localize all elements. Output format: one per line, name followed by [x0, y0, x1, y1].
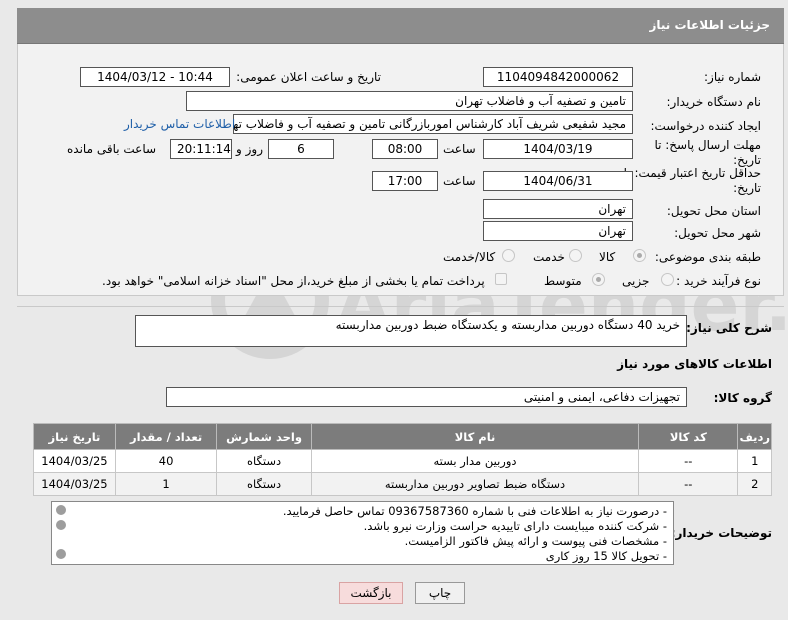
reply-deadline-label: مهلت ارسال پاسخ: تا تاریخ: [654, 138, 761, 167]
divider [17, 306, 784, 307]
scroll-thumb[interactable] [56, 520, 66, 530]
reply-time-label: ساعت [443, 142, 476, 156]
table-row: 2 -- دستگاه ضبط تصاویر دوربین مداربسته د… [33, 472, 772, 496]
announce-label: تاریخ و ساعت اعلان عمومی: [236, 70, 381, 84]
buyer-org-field: تامین و تصفیه آب و فاضلاب تهران [186, 91, 633, 111]
description-label: شرح کلی نیاز: [686, 321, 772, 335]
col-name: نام کالا [310, 423, 640, 450]
days-label: روز و [236, 142, 263, 156]
treasury-checkbox[interactable] [495, 273, 507, 285]
remaining-field: 20:11:14 [170, 139, 232, 159]
col-unit: واحد شمارش [216, 423, 312, 450]
cell-row: 2 [737, 472, 772, 496]
price-deadline-label: حداقل تاریخ اعتبار قیمت: تا تاریخ: [623, 166, 761, 195]
price-time-label: ساعت [443, 174, 476, 188]
category-radio-goods[interactable] [633, 249, 646, 262]
category-radio-goods-service[interactable] [502, 249, 515, 262]
description-field: خرید 40 دستگاه دوربین مداربسته و یکدستگا… [135, 315, 687, 347]
need-number-field: 1104094842000062 [483, 67, 633, 87]
notes-line: - درصورت نیاز به اطلاعات فنی با شماره 09… [282, 504, 667, 518]
notes-line: - تحویل کالا 15 روز کاری [545, 549, 667, 563]
cell-unit: دستگاه [216, 472, 312, 496]
cell-date: 1404/03/25 [33, 449, 116, 473]
scroll-up-icon[interactable] [56, 505, 66, 515]
cell-row: 1 [737, 449, 772, 473]
reply-time-field: 08:00 [372, 139, 438, 159]
buyer-org-label: نام دستگاه خریدار: [666, 95, 762, 109]
province-label: استان محل تحویل: [666, 204, 761, 218]
province-field: تهران [483, 199, 633, 219]
table-row: 1 -- دوربین مدار بسته دستگاه 40 1404/03/… [33, 449, 772, 473]
creator-label: ایجاد کننده درخواست: [650, 119, 761, 133]
cell-date: 1404/03/25 [33, 472, 116, 496]
process-radio-minor[interactable] [661, 273, 674, 286]
days-field: 6 [268, 139, 334, 159]
process-option-minor: جزیی [622, 274, 650, 288]
process-radio-medium[interactable] [592, 273, 605, 286]
cell-unit: دستگاه [216, 449, 312, 473]
panel-header: جزئیات اطلاعات نیاز [17, 8, 784, 44]
city-label: شهر محل تحویل: [674, 226, 761, 240]
price-time-field: 17:00 [372, 171, 438, 191]
notes-label: توضیحات خریدار: [670, 526, 772, 540]
col-code: کد کالا [638, 423, 739, 450]
treasury-note: پرداخت تمام یا بخشی از مبلغ خرید،از محل … [102, 274, 485, 288]
category-option-goods-service: کالا/خدمت [443, 250, 496, 264]
category-radio-service[interactable] [569, 249, 582, 262]
cell-name: دستگاه ضبط تصاویر دوربین مداربسته [310, 472, 640, 496]
goods-group-field: تجهیزات دفاعی، ایمنی و امنیتی [166, 387, 687, 407]
category-option-service: خدمت [533, 250, 565, 264]
back-button[interactable]: بازگشت [339, 582, 403, 604]
city-field: تهران [483, 221, 633, 241]
cell-qty: 1 [114, 472, 218, 496]
notes-line: - مشخصات فنی پیوست و ارائه پیش فاکتور ال… [404, 534, 667, 548]
announce-field: 1404/03/12 - 10:44 [80, 67, 230, 87]
creator-field: مجید شفیعی شریف آباد کارشناس اموربازرگان… [233, 114, 633, 134]
cell-qty: 40 [114, 449, 218, 473]
category-label: طبقه بندی موضوعی: [654, 250, 761, 264]
process-label: نوع فرآیند خرید : [676, 274, 761, 288]
price-date-field: 1404/06/31 [483, 171, 633, 191]
buyer-contact-link[interactable]: اطلاعات تماس خریدار [124, 117, 235, 131]
notes-line: - شرکت کننده میبایست دارای تاییدیه حراست… [363, 519, 667, 533]
cell-code: -- [638, 472, 739, 496]
notes-scrollbar[interactable] [53, 503, 69, 563]
remaining-label: ساعت باقی مانده [67, 142, 157, 156]
panel-title: جزئیات اطلاعات نیاز [649, 18, 770, 32]
col-date: تاریخ نیاز [33, 423, 116, 450]
notes-field: - درصورت نیاز به اطلاعات فنی با شماره 09… [51, 501, 674, 565]
scroll-down-icon[interactable] [56, 549, 66, 559]
goods-section-title: اطلاعات کالاهای مورد نیاز [617, 357, 772, 371]
goods-group-label: گروه کالا: [713, 391, 772, 405]
category-option-goods: کالا [599, 250, 616, 264]
col-row: ردیف [737, 423, 772, 450]
print-button[interactable]: چاپ [415, 582, 465, 604]
cell-code: -- [638, 449, 739, 473]
need-number-label: شماره نیاز: [704, 70, 761, 84]
items-table: ردیف کد کالا نام کالا واحد شمارش تعداد /… [33, 423, 772, 496]
col-qty: تعداد / مقدار [114, 423, 218, 450]
reply-date-field: 1404/03/19 [483, 139, 633, 159]
table-header-row: ردیف کد کالا نام کالا واحد شمارش تعداد /… [33, 423, 772, 450]
process-option-medium: متوسط [544, 274, 582, 288]
cell-name: دوربین مدار بسته [310, 449, 640, 473]
